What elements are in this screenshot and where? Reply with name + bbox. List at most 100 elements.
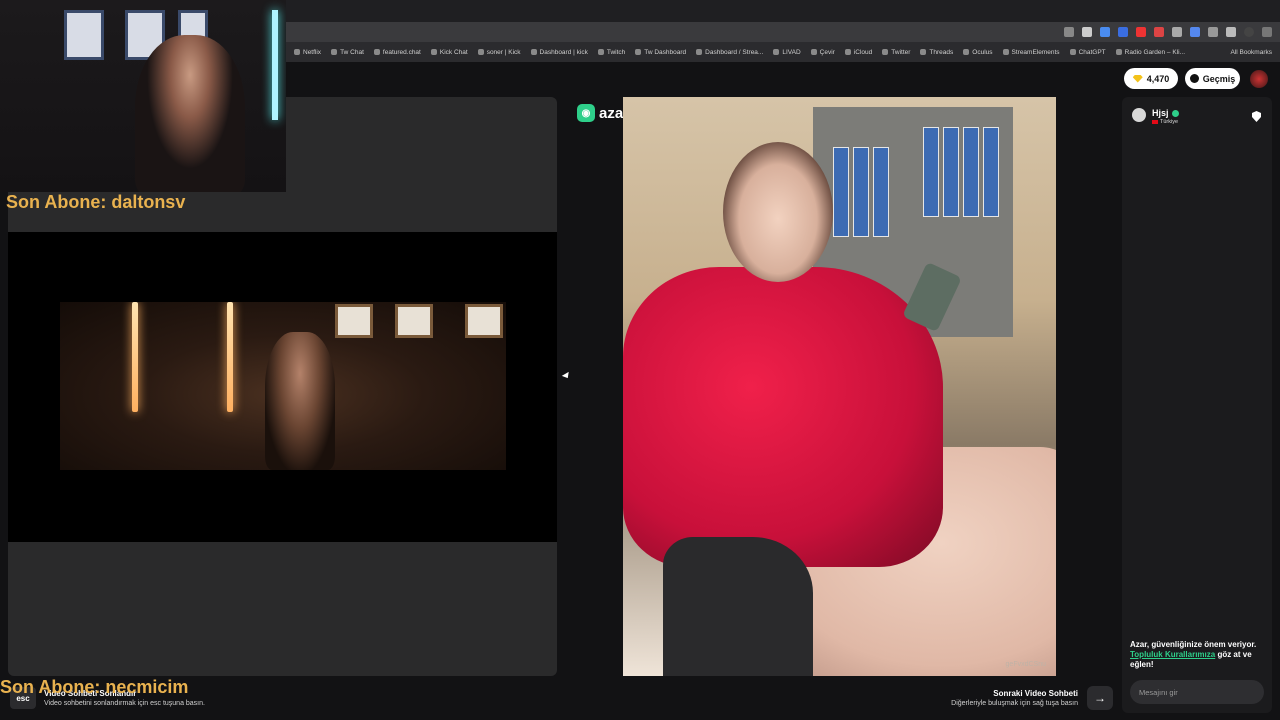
- message-input[interactable]: [1130, 680, 1264, 704]
- bookmark-label: Oculus: [972, 48, 993, 56]
- safety-notice: Azar, güvenliğinize önem veriyor. Toplul…: [1130, 640, 1257, 669]
- bookmark-label: Dashboard | kick: [539, 48, 588, 56]
- bookmark-favicon-icon: [294, 49, 300, 55]
- bookmark-favicon-icon: [530, 49, 537, 55]
- star-icon[interactable]: [1082, 27, 1092, 37]
- history-label: Geçmiş: [1202, 73, 1236, 84]
- streamer-figure: [265, 332, 335, 470]
- bookmark-favicon-icon: [882, 49, 889, 55]
- bookmark-item[interactable]: Threads: [920, 49, 953, 56]
- bookmark-item[interactable]: ChatGPT: [1069, 48, 1106, 56]
- bookmark-item[interactable]: iCloud: [844, 48, 873, 56]
- binder: [943, 127, 959, 217]
- wall-frame: [465, 304, 503, 338]
- bookmark-label: ChatGPT: [1078, 48, 1106, 56]
- next-chat-subtitle: Diğerleriyle buluşmak için sağ tuşa bası…: [951, 700, 1078, 707]
- bookmark-item[interactable]: StreamElements: [1002, 48, 1060, 56]
- bookmark-item[interactable]: Kick Chat: [430, 48, 468, 56]
- profile-icon[interactable]: [1244, 27, 1254, 37]
- browser-toolbar: [286, 22, 1280, 42]
- history-button[interactable]: Geçmiş: [1185, 68, 1240, 89]
- bookmark-label: StreamElements: [1011, 48, 1060, 56]
- bookmark-label: Dashboard / Strea...: [705, 48, 764, 56]
- remote-person-jacket: [623, 267, 943, 567]
- kebab-menu-icon[interactable]: [1262, 27, 1272, 37]
- bookmark-favicon-icon: [696, 49, 703, 55]
- bookmark-label: Kick Chat: [439, 48, 468, 56]
- bookmark-favicon-icon: [1069, 49, 1076, 55]
- bookmark-favicon-icon: [597, 49, 604, 55]
- extension-icon[interactable]: [1172, 27, 1182, 37]
- clock-icon: [1189, 74, 1199, 83]
- wall-frame: [395, 304, 433, 338]
- bookmark-favicon-icon: [1002, 49, 1009, 55]
- bookmarks-bar: Netflix Tw Chat featured.chat Kick Chat sone…: [286, 42, 1280, 62]
- binder: [983, 127, 999, 217]
- bookmark-label: Netflix: [303, 48, 322, 56]
- azar-logo-icon: ◉: [577, 104, 595, 122]
- user-avatar-icon: [1132, 108, 1146, 122]
- bookmark-item[interactable]: featured.chat: [373, 48, 421, 56]
- bookmark-label: Çevir: [819, 48, 835, 56]
- bookmark-item[interactable]: Çevir: [810, 48, 835, 56]
- next-chat-title: Sonraki Video Sohbeti: [993, 689, 1078, 698]
- extension-icon[interactable]: [1154, 27, 1164, 37]
- light-bar: [132, 302, 138, 412]
- binder: [923, 127, 939, 217]
- bookmark-label: Threads: [929, 48, 954, 56]
- remote-video-id: geFvxdCSnu: [1005, 661, 1046, 668]
- translate-icon[interactable]: [1190, 27, 1200, 37]
- next-chat-button[interactable]: →: [1087, 686, 1113, 710]
- bookmark-item[interactable]: Dashboard | kick: [530, 48, 588, 56]
- all-bookmarks[interactable]: All Bookmarks: [1230, 49, 1280, 56]
- bookmark-label: Tw Chat: [340, 48, 364, 56]
- puzzle-icon[interactable]: [1226, 27, 1236, 37]
- local-camera-feed: [60, 302, 506, 470]
- wall-frame: [335, 304, 373, 338]
- bookmark-favicon-icon: [373, 49, 380, 55]
- remote-user-name: Hjsj: [1152, 108, 1179, 118]
- verified-icon: [1171, 109, 1179, 117]
- bookmark-item[interactable]: Twitch: [597, 48, 626, 56]
- extension-icon[interactable]: [1136, 27, 1146, 37]
- coin-balance-button[interactable]: 4,470: [1124, 68, 1178, 89]
- remote-user-country: Türkiye: [1152, 119, 1179, 125]
- bookmark-favicon-icon: [477, 49, 484, 55]
- profile-avatar[interactable]: [1250, 70, 1268, 88]
- binder: [963, 127, 979, 217]
- extension-icon[interactable]: [1100, 27, 1110, 37]
- remote-person-skirt: [663, 537, 813, 676]
- bookmark-item[interactable]: Dashboard / Strea...: [696, 49, 763, 56]
- coin-count: 4,470: [1146, 73, 1170, 84]
- binder: [873, 147, 889, 237]
- bookmark-item[interactable]: Radio Garden – Kli...: [1115, 48, 1185, 56]
- bookmark-label: iCloud: [853, 48, 873, 56]
- bookmark-favicon-icon: [810, 49, 817, 55]
- streamer-figure: [135, 35, 245, 192]
- bookmark-favicon-icon: [635, 49, 642, 55]
- bookmark-item[interactable]: soner | Kick: [477, 49, 521, 56]
- bookmark-label: Radio Garden – Kli...: [1124, 48, 1185, 56]
- bookmark-label: featured.chat: [382, 48, 421, 56]
- bookmark-item[interactable]: LIVAD: [773, 49, 801, 56]
- community-guidelines-link[interactable]: Topluluk Kurallarımıza: [1130, 650, 1215, 659]
- wall-frame: [64, 10, 104, 60]
- cast-icon[interactable]: [1064, 27, 1074, 37]
- remote-video: geFvxdCSnu: [623, 97, 1056, 676]
- extension-icon[interactable]: [1208, 27, 1218, 37]
- bookmark-item[interactable]: Tw Dashboard: [635, 49, 686, 56]
- bookmark-item[interactable]: Twitter: [882, 49, 910, 56]
- browser-tab-strip[interactable]: [286, 0, 1280, 22]
- extension-icon[interactable]: [1118, 27, 1128, 37]
- binder: [853, 147, 869, 237]
- bookmark-label: Twitter: [891, 48, 911, 56]
- bookmark-item[interactable]: Tw Chat: [331, 49, 364, 56]
- bookmark-favicon-icon: [1115, 49, 1122, 55]
- bookmark-item[interactable]: Oculus: [963, 48, 993, 56]
- gem-icon: [1132, 74, 1143, 83]
- bookmark-item[interactable]: Netflix: [294, 49, 321, 56]
- remote-user-info[interactable]: Hjsj Türkiye: [1132, 108, 1179, 125]
- binder: [833, 147, 849, 237]
- bookmark-label: Twitch: [606, 48, 626, 56]
- bookmark-favicon-icon: [963, 49, 970, 55]
